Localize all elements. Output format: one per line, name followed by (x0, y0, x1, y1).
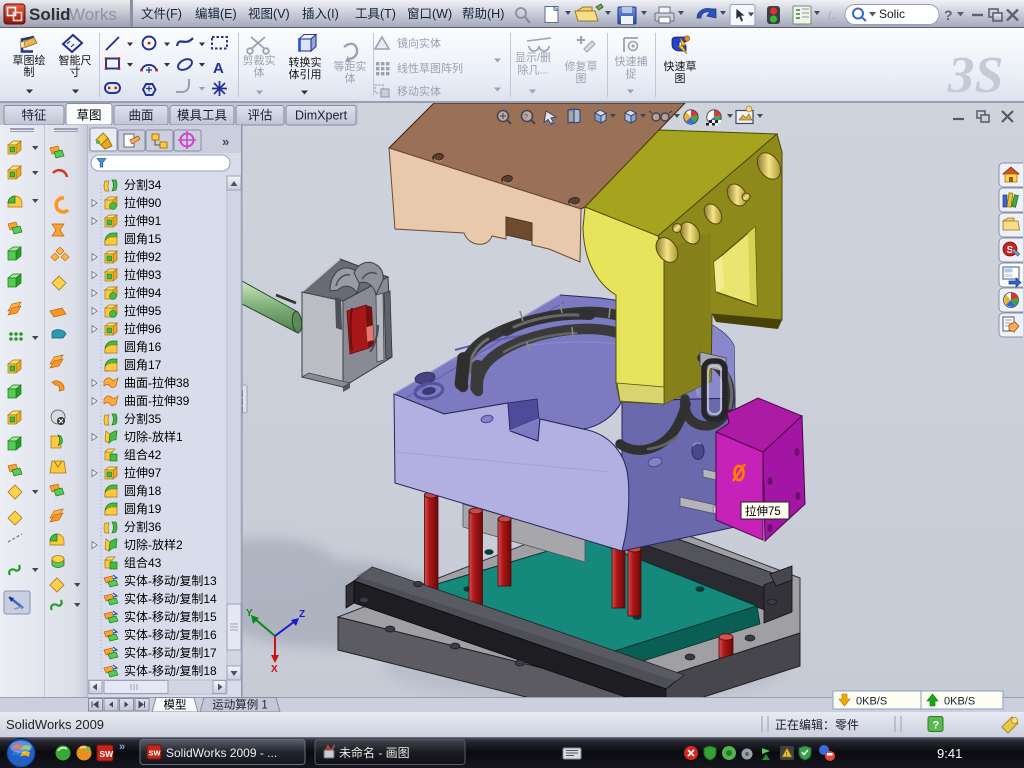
svg-text:制: 制 (24, 66, 35, 79)
svg-text:帮助(H): 帮助(H) (462, 7, 504, 21)
svg-text:»: » (119, 741, 125, 753)
svg-text:切除-放样1: 切除-放样1 (124, 429, 183, 444)
svg-text:体引用: 体引用 (289, 67, 322, 81)
svg-text:9:41: 9:41 (937, 746, 962, 761)
svg-text:插入(I): 插入(I) (302, 7, 339, 21)
svg-text:SW: SW (149, 749, 162, 758)
svg-text:智能尺: 智能尺 (59, 53, 92, 67)
svg-text:实体-移动/复制17: 实体-移动/复制17 (124, 645, 217, 660)
svg-text:等距实: 等距实 (334, 59, 367, 73)
svg-text:捉: 捉 (626, 67, 637, 81)
svg-text:拉伸75: 拉伸75 (745, 504, 781, 518)
svg-text:SW: SW (100, 749, 115, 759)
svg-text:图: 图 (675, 72, 686, 85)
svg-text:分割35: 分割35 (124, 411, 162, 426)
svg-text:A: A (213, 60, 224, 77)
svg-text:Solid: Solid (29, 5, 71, 24)
svg-text:体: 体 (345, 71, 356, 85)
svg-text:体: 体 (254, 65, 265, 79)
svg-text:拉伸94: 拉伸94 (124, 285, 162, 300)
svg-text:草图绘: 草图绘 (13, 53, 46, 67)
svg-text:快速捕: 快速捕 (615, 54, 648, 68)
svg-text:实体-移动/复制14: 实体-移动/复制14 (124, 591, 217, 606)
svg-text:曲面-拉伸39: 曲面-拉伸39 (124, 393, 190, 408)
svg-text:X: X (271, 664, 278, 675)
svg-text:除几...: 除几... (517, 63, 548, 77)
svg-text:?: ? (933, 720, 940, 732)
svg-text:圆角19: 圆角19 (124, 502, 162, 516)
svg-text:模型: 模型 (164, 698, 187, 712)
svg-text:SolidWorks 2009: SolidWorks 2009 (6, 717, 104, 732)
svg-text:Y: Y (246, 608, 253, 619)
svg-text:正在编辑：零件: 正在编辑：零件 (775, 717, 859, 732)
svg-text:实体-移动/复制16: 实体-移动/复制16 (124, 627, 217, 642)
svg-text:剪裁实: 剪裁实 (243, 53, 276, 67)
svg-text:拉伸97: 拉伸97 (124, 465, 162, 480)
svg-text:寸: 寸 (70, 65, 81, 79)
svg-text:Z: Z (299, 609, 305, 620)
svg-text:转换实: 转换实 (289, 55, 322, 69)
svg-text:未命名 - 画图: 未命名 - 画图 (339, 745, 410, 760)
svg-text:ЗS: ЗS (947, 47, 1003, 104)
svg-text:编辑(E): 编辑(E) (195, 6, 237, 21)
svg-text:圆角15: 圆角15 (124, 232, 162, 246)
svg-text:曲面: 曲面 (128, 109, 153, 123)
svg-text:0KB/S: 0KB/S (944, 696, 975, 708)
svg-text:Works: Works (69, 5, 117, 24)
svg-text:组合43: 组合43 (124, 555, 162, 570)
svg-text:线性草图阵列: 线性草图阵列 (397, 61, 463, 75)
svg-text:文件(F): 文件(F) (141, 6, 182, 21)
svg-text:圆角16: 圆角16 (124, 340, 162, 354)
svg-text:Solic: Solic (879, 7, 905, 21)
svg-text:拉伸92: 拉伸92 (124, 249, 162, 264)
svg-text:拉伸90: 拉伸90 (124, 195, 162, 210)
svg-text:圆角18: 圆角18 (124, 484, 162, 498)
svg-text:分割36: 分割36 (124, 519, 162, 534)
svg-text:修复草: 修复草 (565, 59, 598, 73)
svg-text:圆角17: 圆角17 (124, 358, 162, 372)
svg-text:模具工具: 模具工具 (177, 109, 228, 123)
svg-text:切除-放样2: 切除-放样2 (124, 537, 183, 552)
svg-text:/..: /.. (828, 10, 837, 22)
svg-text:图: 图 (576, 72, 587, 85)
svg-text:组合42: 组合42 (124, 447, 162, 462)
svg-text:拉伸95: 拉伸95 (124, 303, 162, 318)
svg-text:镜向实体: 镜向实体 (397, 36, 441, 50)
svg-text:草图: 草图 (76, 109, 101, 123)
svg-text:窗口(W): 窗口(W) (407, 7, 452, 21)
svg-text:视图(V): 视图(V) (248, 6, 290, 21)
svg-text:运动算例 1: 运动算例 1 (212, 698, 268, 712)
svg-text:»: » (222, 134, 229, 149)
svg-text:实体-移动/复制13: 实体-移动/复制13 (124, 573, 217, 588)
svg-text:?: ? (524, 114, 528, 121)
svg-text:?: ? (944, 7, 953, 23)
svg-text:实体-移动/复制15: 实体-移动/复制15 (124, 609, 217, 624)
svg-text:拉伸91: 拉伸91 (124, 213, 162, 228)
svg-text:工具(T): 工具(T) (355, 7, 396, 21)
svg-text:0KB/S: 0KB/S (856, 696, 887, 708)
svg-text:特征: 特征 (21, 108, 47, 123)
svg-text:分割34: 分割34 (124, 177, 162, 192)
svg-text:曲面-拉伸38: 曲面-拉伸38 (124, 375, 190, 390)
svg-text:SolidWorks 2009 - ...: SolidWorks 2009 - ... (166, 746, 277, 760)
svg-text:实体-移动/复制18: 实体-移动/复制18 (124, 663, 217, 678)
svg-text:DimXpert: DimXpert (295, 109, 348, 123)
svg-text:评估: 评估 (247, 109, 272, 123)
svg-text:显示/删: 显示/删 (515, 51, 551, 64)
svg-text:拉伸96: 拉伸96 (124, 321, 162, 336)
svg-text:移动实体: 移动实体 (397, 84, 441, 98)
svg-text:拉伸93: 拉伸93 (124, 267, 162, 282)
svg-text:快速草: 快速草 (664, 60, 697, 73)
